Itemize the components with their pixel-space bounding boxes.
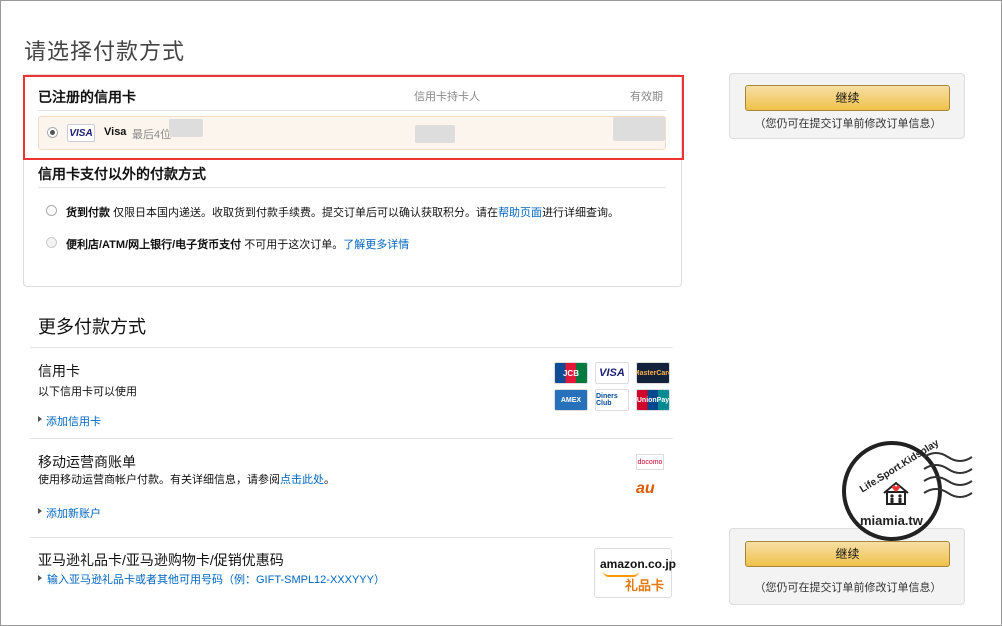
divider (38, 110, 666, 111)
diners-logo-icon: Diners Club (595, 389, 629, 411)
cod-title: 货到付款 (66, 207, 110, 219)
credit-card-title: 信用卡 (38, 363, 80, 379)
card-last4-label: 最后4位 (132, 129, 172, 141)
amazon-logo-text: amazon.co.jp (600, 557, 677, 571)
gift-card-label: 礼品卡 (625, 578, 665, 593)
page-title: 请选择付款方式 (24, 39, 186, 64)
masked-holder-name (415, 125, 455, 143)
continue-button-top[interactable]: 继续 (745, 85, 950, 111)
docomo-logo-icon: docomo (636, 454, 664, 470)
watermark-bottom-text: miamia.tw (860, 513, 923, 528)
card-radio[interactable] (47, 127, 58, 138)
help-page-link[interactable]: 帮助页面 (498, 207, 542, 219)
mobile-desc-after: 。 (324, 474, 335, 486)
store-option: 便利店/ATM/网上银行/电子货币支付 不可用于这次订单。了解更多详情 (66, 236, 409, 252)
other-methods-heading: 信用卡支付以外的付款方式 (38, 166, 206, 182)
cod-desc: 仅限日本国内递送。收取货到付款手续费。提交订单后可以确认获取积分。请在 (113, 207, 499, 219)
store-desc: 不可用于这次订单。 (244, 239, 344, 251)
registered-cards-heading: 已注册的信用卡 (38, 89, 136, 105)
masked-expiry (613, 117, 665, 141)
continue-box-top: 继续 （您仍可在提交订单前修改订单信息） (729, 73, 965, 139)
continue-note-bottom: （您仍可在提交订单前修改订单信息） (754, 582, 942, 594)
mastercard-logo-icon: MasterCard (636, 362, 670, 384)
registered-card-row[interactable]: VISA Visa 最后4位 (38, 116, 666, 150)
continue-box-bottom: 继续 （您仍可在提交订单前修改订单信息） (729, 528, 965, 605)
click-here-link[interactable]: 点击此处 (280, 474, 324, 486)
visa-logo-icon: VISA (67, 124, 95, 142)
cod-radio[interactable] (46, 205, 57, 216)
credit-card-desc: 以下信用卡可以使用 (38, 386, 137, 398)
continue-note-top: （您仍可在提交订单前修改订单信息） (754, 118, 942, 130)
cod-desc-after: 进行详细查询。 (542, 207, 620, 219)
gift-card-title: 亚马逊礼品卡/亚马逊购物卡/促销优惠码 (38, 552, 284, 568)
expiry-column-header: 有效期 (630, 91, 663, 103)
amazon-gift-card-logo: amazon.co.jp 礼品卡 (594, 548, 676, 598)
caret-right-icon (38, 508, 42, 514)
divider (30, 347, 673, 348)
store-title: 便利店/ATM/网上银行/电子货币支付 (66, 239, 242, 251)
mobile-billing-desc: 使用移动运营商帐户付款。有关详细信息，请参阅点击此处。 (38, 471, 335, 487)
postmark-wave-icon (923, 452, 973, 498)
more-details-link[interactable]: 了解更多详情 (343, 239, 409, 251)
au-logo-icon: au (636, 480, 655, 497)
visa-logo-icon: VISA (595, 362, 629, 384)
divider (30, 438, 673, 439)
jcb-logo-icon: JCB (554, 362, 588, 384)
divider (38, 187, 666, 188)
divider (30, 537, 673, 538)
caret-right-icon (38, 416, 42, 422)
unionpay-logo-icon: UnionPay (636, 389, 670, 411)
continue-button-bottom[interactable]: 继续 (745, 541, 950, 567)
enter-gift-code-link[interactable]: 输入亚马逊礼品卡或者其他可用号码（例：GIFT-SMPL12-XXXYYY） (47, 571, 385, 587)
cod-option[interactable]: 货到付款 仅限日本国内递送。收取货到付款手续费。提交订单后可以确认获取积分。请在… (66, 204, 619, 220)
add-credit-card-link[interactable]: 添加信用卡 (46, 413, 101, 429)
amex-logo-icon: AMEX (554, 389, 588, 411)
more-methods-title: 更多付款方式 (38, 317, 146, 337)
house-family-icon (883, 481, 909, 505)
caret-right-icon (38, 575, 42, 581)
holder-column-header: 信用卡持卡人 (414, 91, 480, 103)
card-brand: Visa (104, 126, 127, 138)
add-new-account-link[interactable]: 添加新账户 (46, 505, 101, 521)
mobile-desc-text: 使用移动运营商帐户付款。有关详细信息，请参阅 (38, 474, 280, 486)
masked-last4 (169, 119, 203, 137)
store-radio (46, 237, 57, 248)
mobile-billing-title: 移动运营商账单 (38, 454, 136, 470)
